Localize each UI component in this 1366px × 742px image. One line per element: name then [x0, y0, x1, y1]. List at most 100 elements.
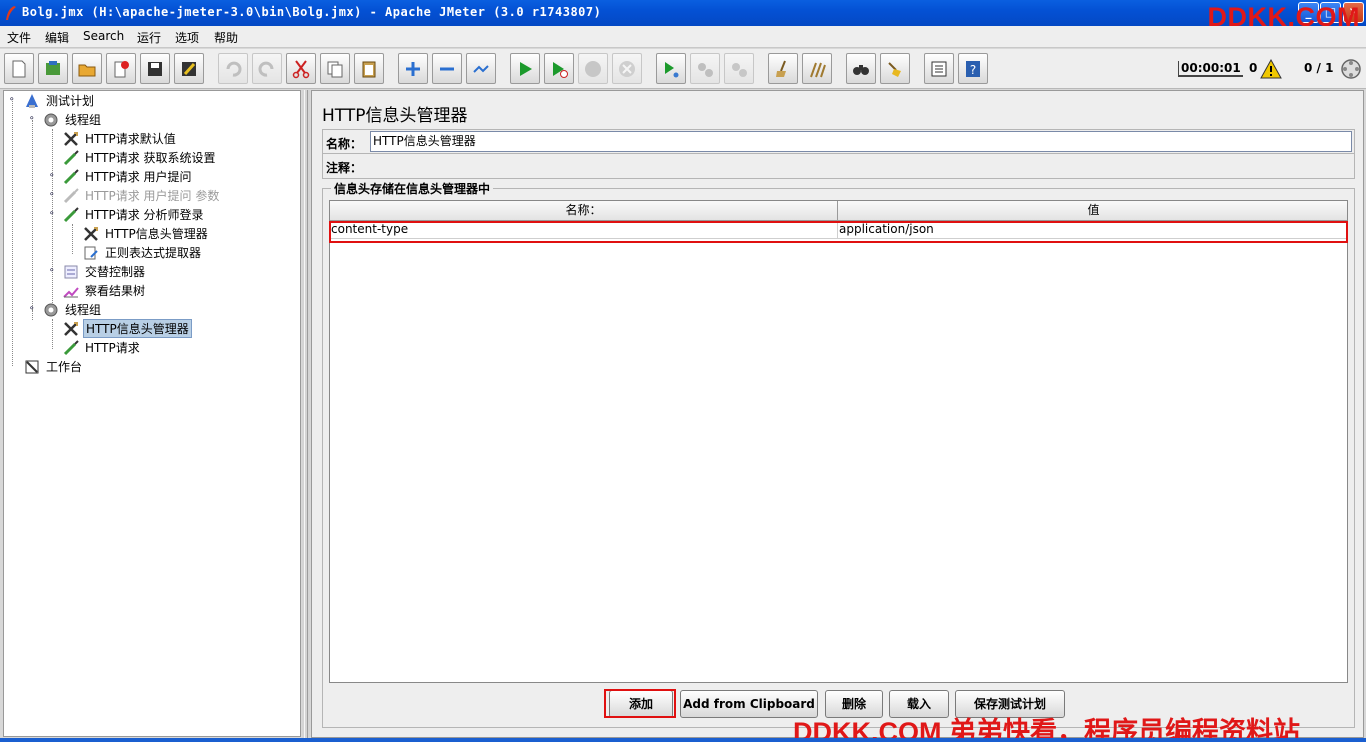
stop-button[interactable]: [578, 53, 608, 84]
tree-node-http-request[interactable]: HTTP请求: [61, 338, 142, 357]
clear-button[interactable]: [768, 53, 798, 84]
name-row: 名称： HTTP信息头管理器: [322, 129, 1355, 154]
undo-button[interactable]: [218, 53, 248, 84]
remote-start-icon: [665, 61, 679, 77]
paste-button[interactable]: [354, 53, 384, 84]
tree-node-thread-group-1[interactable]: 线程组: [41, 110, 103, 129]
tree-node-regex-extractor[interactable]: 正则表达式提取器: [81, 243, 203, 262]
save-button[interactable]: [140, 53, 170, 84]
tree-toggle[interactable]: ⚬: [28, 305, 36, 314]
clipboard-icon: [362, 61, 376, 77]
reset-search-button[interactable]: [880, 53, 910, 84]
tree-node-interleave-controller[interactable]: 交替控制器: [61, 262, 147, 281]
error-count: 0: [1249, 61, 1258, 75]
tree-node-label: HTTP信息头管理器: [105, 227, 208, 241]
broom-clear-icon: [776, 60, 786, 77]
headers-table[interactable]: 名称： 值 content-type application/json: [329, 200, 1348, 683]
menu-file[interactable]: 文件: [7, 29, 31, 46]
tree-toggle[interactable]: ⚬: [28, 115, 36, 124]
function-helper-button[interactable]: [924, 53, 954, 84]
split-pane-divider[interactable]: [302, 90, 310, 738]
remote-start-button[interactable]: [656, 53, 686, 84]
jmeter-feather-icon: [6, 6, 16, 20]
tree-node-http-defaults[interactable]: HTTP请求默认值: [61, 129, 178, 148]
tree-node-http-analyst-login[interactable]: HTTP请求 分析师登录: [61, 205, 206, 224]
redo-button[interactable]: [252, 53, 282, 84]
tree-node-workbench[interactable]: 工作台: [22, 357, 84, 376]
tree-toggle[interactable]: ⚬: [8, 96, 16, 105]
tree-node-label: HTTP请求 获取系统设置: [85, 151, 216, 165]
tree-node-http-sysconfig[interactable]: HTTP请求 获取系统设置: [61, 148, 218, 167]
extractor-icon: [81, 244, 101, 262]
tree-node-label: 测试计划: [46, 94, 95, 108]
start-no-pause-button[interactable]: [544, 53, 574, 84]
menu-options[interactable]: 选项: [175, 29, 199, 46]
save-as-button[interactable]: [174, 53, 204, 84]
tree-node-label: HTTP请求 分析师登录: [85, 208, 204, 222]
pipette-sampler-disabled-icon: [61, 187, 81, 205]
tree-toggle[interactable]: ⚬: [48, 191, 56, 200]
name-input[interactable]: HTTP信息头管理器: [370, 131, 1352, 152]
remote-shutdown-button[interactable]: [724, 53, 754, 84]
tree-toggle[interactable]: ⚬: [48, 172, 56, 181]
highlight-header-row: [329, 221, 1348, 243]
gear-icon: [41, 111, 61, 129]
editor-panel: HTTP信息头管理器 名称： HTTP信息头管理器 注释： 信息头存储在信息头管…: [311, 90, 1364, 738]
tree-node-thread-group-2[interactable]: 线程组: [41, 300, 103, 319]
templates-button[interactable]: [38, 53, 68, 84]
tree-toggle[interactable]: ⚬: [48, 210, 56, 219]
list-icon: [931, 61, 947, 76]
shutdown-button[interactable]: [612, 53, 642, 84]
menu-help[interactable]: 帮助: [214, 29, 238, 46]
tree-node-test-plan[interactable]: 测试计划: [22, 91, 96, 110]
cut-button[interactable]: [286, 53, 316, 84]
tree-node-header-manager-1[interactable]: HTTP信息头管理器: [81, 224, 210, 243]
tree-node-label: 线程组: [65, 113, 102, 127]
plus-icon: [406, 61, 420, 76]
start-button[interactable]: [510, 53, 540, 84]
close-file-icon: [114, 60, 129, 77]
copy-button[interactable]: [320, 53, 350, 84]
tree-node-header-manager-2[interactable]: HTTP信息头管理器: [61, 319, 192, 338]
title-bar: Bolg.jmx (H:\apache-jmeter-3.0\bin\Bolg.…: [0, 0, 1366, 26]
close-file-button[interactable]: [106, 53, 136, 84]
help-button[interactable]: ?: [958, 53, 988, 84]
search-button[interactable]: [846, 53, 876, 84]
headers-section-title: 信息头存储在信息头管理器中: [331, 180, 494, 197]
tree-node-label: 工作台: [46, 360, 83, 374]
toggle-button[interactable]: [466, 53, 496, 84]
tree-toggle[interactable]: ⚬: [48, 267, 56, 276]
stop-icon: [585, 60, 601, 77]
tree-node-label: 交替控制器: [85, 265, 146, 279]
column-header-name[interactable]: 名称：: [330, 201, 838, 220]
comment-input[interactable]: [370, 155, 1352, 176]
menu-search[interactable]: Search: [83, 29, 124, 43]
tree-node-http-user-question-params[interactable]: HTTP请求 用户提问 参数: [61, 186, 221, 205]
test-plan-tree: ⚬ 测试计划 ⚬ 线程组 HTTP请求默认值 HTTP请求 获取系统设置 ⚬ H…: [3, 90, 301, 737]
remote-stop-button[interactable]: [690, 53, 720, 84]
open-button[interactable]: [72, 53, 102, 84]
tree-node-label: HTTP信息头管理器: [83, 319, 192, 338]
tree-node-http-user-question[interactable]: HTTP请求 用户提问: [61, 167, 194, 186]
expand-button[interactable]: [398, 53, 428, 84]
new-button[interactable]: [4, 53, 34, 84]
collapse-button[interactable]: [432, 53, 462, 84]
menu-run[interactable]: 运行: [137, 29, 161, 46]
new-file-icon: [12, 60, 26, 77]
broom-reset-icon: [888, 61, 901, 77]
menu-edit[interactable]: 编辑: [45, 29, 69, 46]
pipette-sampler-icon: [61, 168, 81, 186]
wrench-screwdriver-icon: [81, 225, 101, 243]
toggle-icon: [473, 64, 489, 73]
warning-icon[interactable]: [1260, 59, 1282, 79]
wrench-screwdriver-icon: [61, 130, 81, 148]
menu-bar: 文件 编辑 Search 运行 选项 帮助: [0, 26, 1366, 48]
column-header-value[interactable]: 值: [838, 201, 1349, 220]
redo-icon: [258, 61, 274, 77]
tree-node-results-tree[interactable]: 察看结果树: [61, 281, 147, 300]
save-icon: [148, 61, 162, 76]
tree-node-label: HTTP请求 用户提问 参数: [85, 189, 220, 203]
svg-text:?: ?: [970, 63, 976, 77]
clear-all-button[interactable]: [802, 53, 832, 84]
undo-icon: [226, 61, 242, 77]
